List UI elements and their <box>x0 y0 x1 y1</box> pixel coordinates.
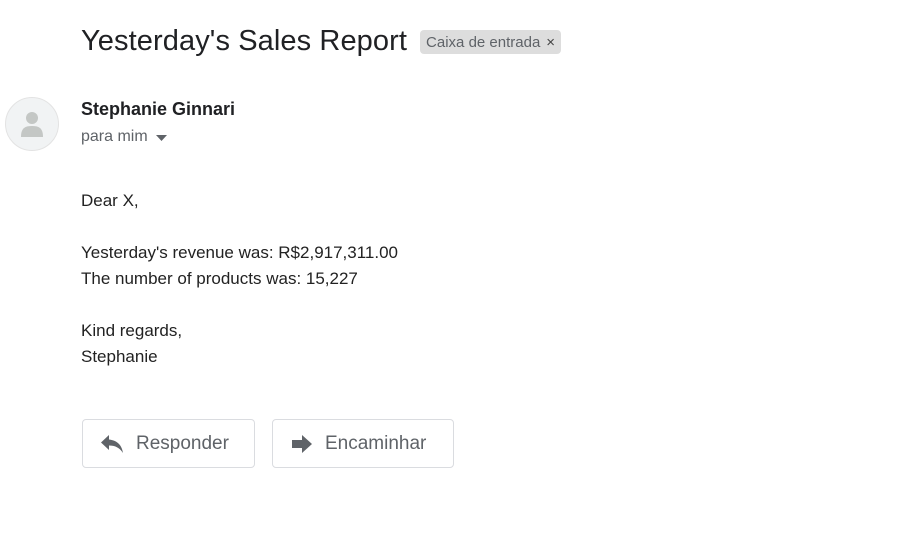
reply-arrow-icon <box>100 434 124 454</box>
reply-button[interactable]: Responder <box>82 419 255 468</box>
email-view: Yesterday's Sales Report Caixa de entrad… <box>0 0 915 539</box>
remove-label-icon[interactable]: × <box>546 35 555 50</box>
forward-button[interactable]: Encaminhar <box>272 419 454 468</box>
email-subject: Yesterday's Sales Report <box>81 24 408 57</box>
subject-row: Yesterday's Sales Report Caixa de entrad… <box>81 22 562 60</box>
recipient-details-toggle[interactable]: para mim <box>81 127 167 146</box>
body-products-line: The number of products was: 15,227 <box>81 269 358 288</box>
avatar[interactable] <box>5 97 59 151</box>
body-greeting: Dear X, <box>81 191 139 210</box>
forward-button-label: Encaminhar <box>325 432 427 454</box>
person-icon <box>21 112 43 137</box>
sender-name[interactable]: Stephanie Ginnari <box>81 99 235 120</box>
body-revenue-line: Yesterday's revenue was: R$2,917,311.00 <box>81 243 399 262</box>
body-signature: Stephanie <box>81 347 158 366</box>
label-chip-inbox[interactable]: Caixa de entrada × <box>420 30 562 54</box>
caret-down-icon[interactable] <box>155 128 167 146</box>
email-body: Dear X, Yesterday's revenue was: R$2,917… <box>81 188 398 370</box>
body-closing: Kind regards, <box>81 321 183 340</box>
recipient-text: para mim <box>81 127 148 145</box>
forward-arrow-icon <box>291 434 313 454</box>
label-chip-text: Caixa de entrada <box>426 33 541 51</box>
reply-button-label: Responder <box>136 432 229 454</box>
email-actions: Responder Encaminhar <box>82 419 454 468</box>
